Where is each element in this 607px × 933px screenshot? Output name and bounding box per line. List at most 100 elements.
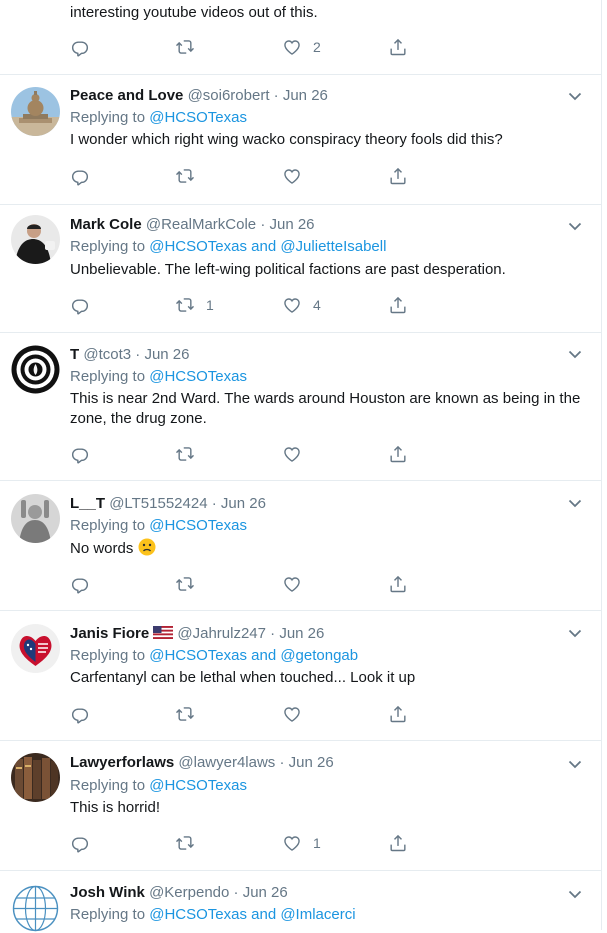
tweet[interactable]: T @tcot3 · Jun 26 Replying to @HCSOTexas… <box>0 333 601 481</box>
chevron-down-icon[interactable] <box>567 495 583 511</box>
like-count: 2 <box>313 39 321 55</box>
reply-button[interactable] <box>70 443 90 465</box>
chevron-down-icon[interactable] <box>567 625 583 641</box>
user-handle[interactable]: @Jahrulz247 <box>177 625 266 642</box>
tweet[interactable]: Peace and Love @soi6robert · Jun 26 Repl… <box>0 75 601 205</box>
share-button[interactable] <box>388 165 408 187</box>
replying-to: Replying to @HCSOTexas <box>70 109 247 126</box>
tweet-date[interactable]: Jun 26 <box>144 346 189 363</box>
avatar[interactable] <box>11 753 60 802</box>
display-name[interactable]: Janis Fiore <box>70 625 149 642</box>
user-handle[interactable]: @RealMarkCole <box>146 216 256 233</box>
share-button[interactable] <box>388 443 408 465</box>
user-handle[interactable]: @LT51552424 <box>109 495 207 512</box>
replying-to-link[interactable]: @HCSOTexas and @getongab <box>149 647 358 664</box>
share-button[interactable] <box>388 703 408 725</box>
display-name[interactable]: Mark Cole <box>70 216 142 233</box>
heart-icon <box>282 444 302 464</box>
share-button[interactable] <box>388 832 408 854</box>
like-button[interactable] <box>282 165 302 187</box>
display-name[interactable]: L__T <box>70 495 105 512</box>
retweet-button[interactable] <box>175 832 195 854</box>
user-handle[interactable]: @tcot3 <box>83 346 131 363</box>
heart-icon <box>282 166 302 186</box>
share-button[interactable] <box>388 573 408 595</box>
retweet-button[interactable] <box>175 573 195 595</box>
retweet-button[interactable] <box>175 165 195 187</box>
tweet-actions <box>70 703 430 727</box>
tweet[interactable]: Lawyerforlaws @lawyer4laws · Jun 26 Repl… <box>0 741 601 871</box>
avatar[interactable] <box>11 624 60 673</box>
user-handle[interactable]: @Kerpendo <box>149 884 229 901</box>
display-name[interactable]: Lawyerforlaws <box>70 754 174 771</box>
tweet-date[interactable]: Jun 26 <box>243 884 288 901</box>
chevron-down-icon[interactable] <box>567 886 583 902</box>
chevron-down-icon[interactable] <box>567 88 583 104</box>
tweet-date[interactable]: Jun 26 <box>221 495 266 512</box>
display-name[interactable]: T <box>70 346 79 363</box>
like-button[interactable] <box>282 703 302 725</box>
tweet-date[interactable]: Jun 26 <box>283 87 328 104</box>
replying-to-link[interactable]: @HCSOTexas <box>149 517 247 534</box>
reply-icon <box>70 166 90 186</box>
tweet-header: Josh Wink @Kerpendo · Jun 26 <box>70 884 288 901</box>
like-button[interactable] <box>282 443 302 465</box>
tweet-text: This is horrid! <box>70 799 161 816</box>
like-button[interactable] <box>282 573 302 595</box>
retweet-icon <box>175 166 195 186</box>
reply-button[interactable] <box>70 573 90 595</box>
retweet-icon <box>175 833 195 853</box>
retweet-button[interactable] <box>175 36 195 58</box>
like-button[interactable]: 1 <box>282 832 321 854</box>
reply-icon <box>70 295 90 315</box>
share-button[interactable] <box>388 294 408 316</box>
share-icon <box>388 574 408 594</box>
retweet-button[interactable] <box>175 703 195 725</box>
chevron-down-icon[interactable] <box>567 218 583 234</box>
like-count: 1 <box>313 835 321 851</box>
user-handle[interactable]: @lawyer4laws <box>178 754 275 771</box>
tweet-date[interactable]: Jun 26 <box>269 216 314 233</box>
tweet-date[interactable]: Jun 26 <box>279 625 324 642</box>
avatar[interactable] <box>11 345 60 394</box>
tweet[interactable]: L__T @LT51552424 · Jun 26 Replying to @H… <box>0 481 601 611</box>
like-button[interactable]: 4 <box>282 294 321 316</box>
tweet-header: L__T @LT51552424 · Jun 26 <box>70 495 266 512</box>
reply-button[interactable] <box>70 294 90 316</box>
display-name[interactable]: Peace and Love <box>70 87 183 104</box>
retweet-icon <box>175 37 195 57</box>
avatar[interactable] <box>11 884 60 933</box>
display-name[interactable]: Josh Wink <box>70 884 145 901</box>
retweet-icon <box>175 295 195 315</box>
tweet-text: No words <box>70 538 590 559</box>
reply-button[interactable] <box>70 36 90 58</box>
share-icon <box>388 295 408 315</box>
replying-to-link[interactable]: @HCSOTexas <box>149 777 247 794</box>
reply-button[interactable] <box>70 832 90 854</box>
avatar[interactable] <box>11 215 60 264</box>
tweet[interactable]: Mark Cole @RealMarkCole · Jun 26 Replyin… <box>0 205 601 333</box>
retweet-button[interactable] <box>175 443 195 465</box>
tweet[interactable]: Josh Wink @Kerpendo · Jun 26 Replying to… <box>0 871 601 933</box>
replying-to-link[interactable]: @HCSOTexas and @Imlacerci <box>149 906 355 923</box>
reply-icon <box>70 704 90 724</box>
avatar[interactable] <box>11 87 60 136</box>
user-handle[interactable]: @soi6robert <box>188 87 270 104</box>
retweet-button[interactable]: 1 <box>175 294 214 316</box>
like-button[interactable]: 2 <box>282 36 321 58</box>
tweet-date[interactable]: Jun 26 <box>289 754 334 771</box>
tweet-text: Unbelievable. The left-wing political fa… <box>70 261 506 278</box>
tweet-header: Peace and Love @soi6robert · Jun 26 <box>70 87 328 104</box>
chevron-down-icon[interactable] <box>567 756 583 772</box>
tweet[interactable]: Janis Fiore @Jahrulz247 · Jun 26 Replyin… <box>0 611 601 741</box>
chevron-down-icon[interactable] <box>567 346 583 362</box>
reply-button[interactable] <box>70 703 90 725</box>
reply-icon <box>70 444 90 464</box>
replying-to-link[interactable]: @HCSOTexas <box>149 368 247 385</box>
replying-to-link[interactable]: @HCSOTexas <box>149 109 247 126</box>
reply-button[interactable] <box>70 165 90 187</box>
share-button[interactable] <box>388 36 408 58</box>
replying-to-link[interactable]: @HCSOTexas and @JulietteIsabell <box>149 238 386 255</box>
avatar[interactable] <box>11 494 60 543</box>
tweet-partial[interactable]: interesting youtube videos out of this. … <box>0 0 601 75</box>
